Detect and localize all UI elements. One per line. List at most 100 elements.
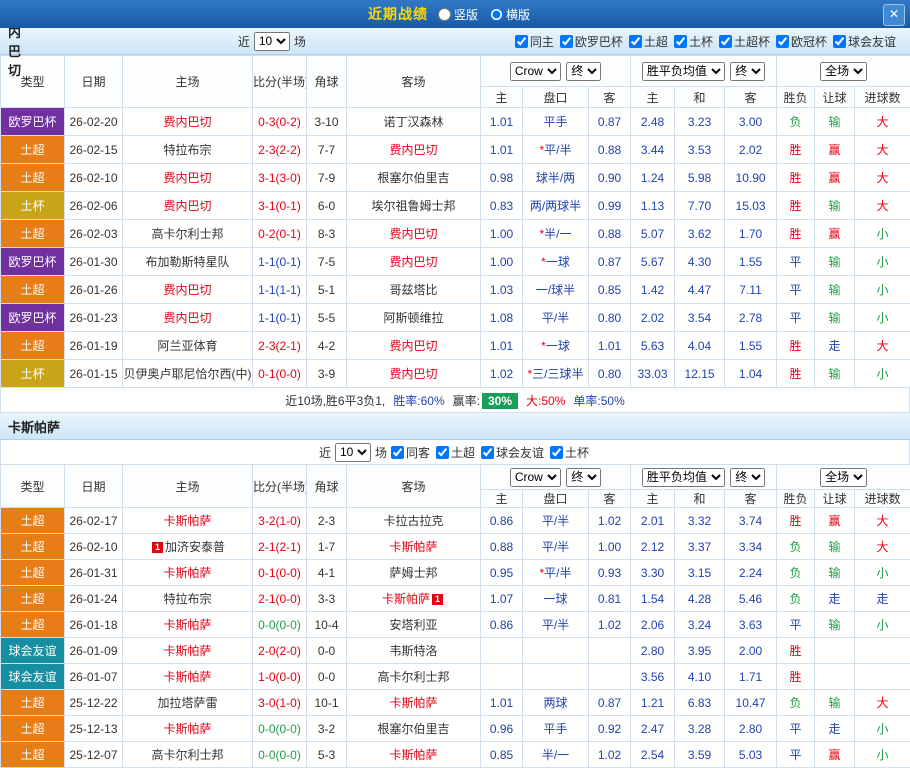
result-outcome: 平 [777,248,815,276]
odds-source-select[interactable]: Crow [510,468,561,487]
result-goals [855,664,910,690]
avg-home: 1.21 [631,690,675,716]
result-outcome: 负 [777,586,815,612]
league-type: 土超 [1,586,65,612]
odds-home: 0.83 [481,192,523,220]
result-outcome: 平 [777,276,815,304]
scope-select[interactable]: 全场 [820,62,867,81]
filter-checkbox[interactable] [776,35,789,48]
match-row: 欧罗巴杯26-01-30布加勒斯特星队1-1(0-1)7-5费内巴切1.00*一… [1,248,910,276]
titlebar: 近期战绩 竖版横版 ✕ [0,0,910,28]
filter-checkbox[interactable] [550,446,563,459]
avg-draw: 3.37 [675,534,725,560]
filter-checkbox[interactable] [629,35,642,48]
filter-checkbox[interactable] [560,35,573,48]
odds-away: 0.81 [589,586,631,612]
match-row: 土超26-02-101加济安泰普2-1(2-1)1-7卡斯帕萨0.88平/半1.… [1,534,910,560]
match-date: 26-01-19 [65,332,123,360]
result-goals: 大 [855,534,910,560]
filter-checkbox[interactable] [436,446,449,459]
score: 2-0(2-0) [253,638,307,664]
league-filter-list: 同客土超球会友谊土杯 [391,444,595,461]
layout-radio[interactable] [490,8,503,21]
match-count-select[interactable]: 10 [335,443,371,462]
filter-球会友谊[interactable]: 球会友谊 [481,444,544,461]
corners: 3-9 [307,360,347,388]
league-type: 土杯 [1,192,65,220]
filter-同客[interactable]: 同客 [391,444,430,461]
filter-checkbox[interactable] [674,35,687,48]
layout-radio[interactable] [438,8,451,21]
layout-option-2[interactable]: 横版 [490,6,530,23]
layout-option-1[interactable]: 竖版 [438,6,478,23]
result-goals: 大 [855,508,910,534]
avg-final-select[interactable]: 终 [730,468,765,487]
score: 0-2(0-1) [253,220,307,248]
odds-final-select[interactable]: 终 [566,468,601,487]
odds-handicap: 一/球半 [523,276,589,304]
corners: 10-1 [307,690,347,716]
team-name-text: 埃尔祖鲁姆士邦 [371,199,455,213]
near-label: 近 [319,444,331,461]
close-button[interactable]: ✕ [883,4,905,26]
match-count-select[interactable]: 10 [254,32,290,51]
filter-土杯[interactable]: 土杯 [674,33,713,50]
avg-final-select[interactable]: 终 [730,62,765,81]
col-away: 客场 [347,56,481,108]
avg-source-select[interactable]: 胜平负均值 [642,468,725,487]
match-row: 土超26-01-31卡斯帕萨0-1(0-0)4-1萨姆士邦0.95*平/半0.9… [1,560,910,586]
odds-handicap: *平/半 [523,560,589,586]
filter-欧冠杯[interactable]: 欧冠杯 [776,33,827,50]
matches-body: 土超26-02-17卡斯帕萨3-2(1-0)2-3卡拉古拉克0.86平/半1.0… [1,508,910,768]
filter-checkbox[interactable] [833,35,846,48]
filter-checkbox[interactable] [515,35,528,48]
filter-checkbox[interactable] [481,446,494,459]
games-label: 场 [294,33,306,50]
match-filters: 近 10 场 同客土超球会友谊土杯 [0,440,910,464]
filter-checkbox[interactable] [391,446,404,459]
match-date: 26-02-20 [65,108,123,136]
match-row: 土超26-02-17卡斯帕萨3-2(1-0)2-3卡拉古拉克0.86平/半1.0… [1,508,910,534]
team-name-text: 萨姆士邦 [389,566,437,580]
cover-rate-badge: 30% [482,393,518,409]
filter-土超[interactable]: 土超 [436,444,475,461]
team-name-text: 安塔利亚 [389,618,437,632]
filter-土超[interactable]: 土超 [629,33,668,50]
team-name-text: 卡斯帕萨 [163,722,211,736]
score: 1-1(1-1) [253,276,307,304]
filter-checkbox[interactable] [719,35,732,48]
corners: 3-10 [307,108,347,136]
odds-source-select[interactable]: Crow [510,62,561,81]
result-outcome: 平 [777,612,815,638]
filter-同主[interactable]: 同主 [515,33,554,50]
team-name-text: 费内巴切 [389,339,437,353]
corners: 4-1 [307,560,347,586]
avg-home: 1.24 [631,164,675,192]
score: 0-1(0-0) [253,360,307,388]
odds-handicap: 平手 [523,108,589,136]
filter-土杯[interactable]: 土杯 [550,444,589,461]
scope-select[interactable]: 全场 [820,468,867,487]
filter-球会友谊[interactable]: 球会友谊 [833,33,896,50]
corners: 7-7 [307,136,347,164]
cover-rate: 赢率:30% [453,392,518,409]
filter-土超杯[interactable]: 土超杯 [719,33,770,50]
col-odds-home: 主 [481,87,523,108]
matches-table: 类型 日期 主场 比分(半场) 角球 客场 Crow 终 胜平负均值 终 全场 … [0,464,910,768]
team-section-header: 费内巴切 近 10 场 同主欧罗巴杯土超土杯土超杯欧冠杯球会友谊 [0,28,910,55]
result-handicap: 走 [815,586,855,612]
avg-home: 3.56 [631,664,675,690]
match-row: 土超26-01-24特拉布宗2-1(0-0)3-3卡斯帕萨11.07一球0.81… [1,586,910,612]
filter-欧罗巴杯[interactable]: 欧罗巴杯 [560,33,623,50]
result-goals [855,638,910,664]
col-odds-away: 客 [589,87,631,108]
match-date: 26-01-30 [65,248,123,276]
close-icon: ✕ [889,7,899,21]
avg-source-select[interactable]: 胜平负均值 [642,62,725,81]
league-type: 土超 [1,690,65,716]
result-handicap: 赢 [815,164,855,192]
away-team: 阿斯顿维拉 [347,304,481,332]
away-team: 萨姆士邦 [347,560,481,586]
odds-final-select[interactable]: 终 [566,62,601,81]
odds-handicap: 两/两球半 [523,192,589,220]
